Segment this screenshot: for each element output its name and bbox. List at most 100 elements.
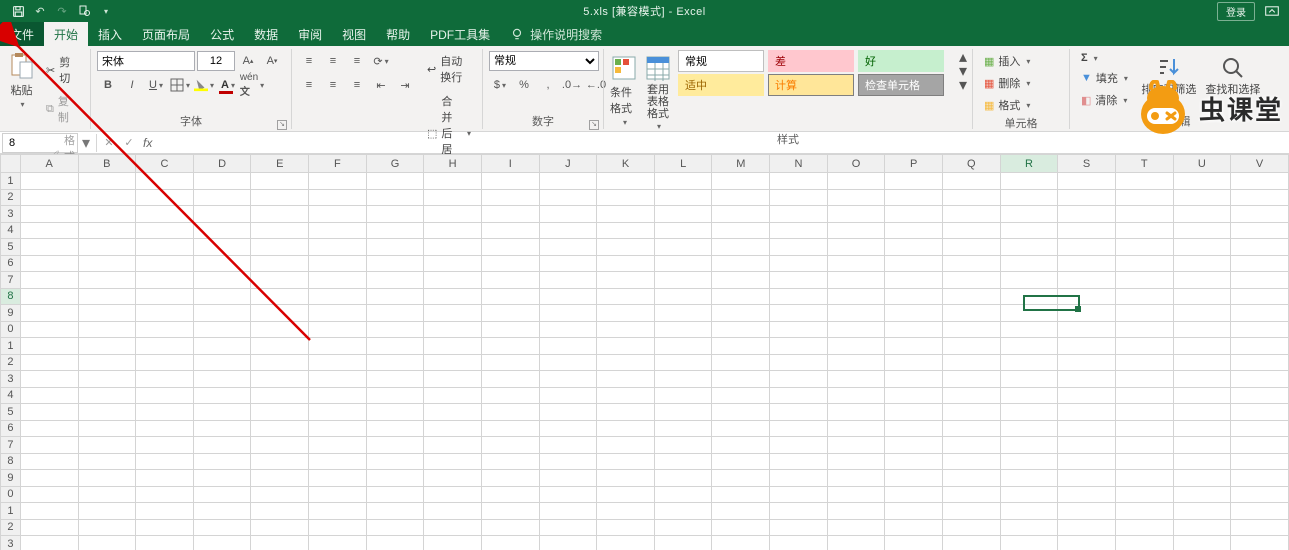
cell[interactable] [20,371,78,388]
cell[interactable] [1231,354,1289,371]
cell[interactable] [943,321,1001,338]
cell[interactable] [1115,272,1173,289]
cell[interactable] [20,404,78,421]
cell[interactable] [770,255,828,272]
enter-formula-icon[interactable]: ✓ [119,136,139,149]
cell[interactable] [309,420,367,437]
cell[interactable] [597,453,655,470]
row-header[interactable]: 3 [1,371,21,388]
font-name-combo[interactable] [97,51,195,71]
cell[interactable] [309,305,367,322]
cell[interactable] [770,387,828,404]
cell[interactable] [597,387,655,404]
cell[interactable] [712,486,770,503]
cell[interactable] [481,519,539,536]
cell[interactable] [20,222,78,239]
cell[interactable] [597,437,655,454]
cell[interactable] [309,404,367,421]
cell[interactable] [539,305,597,322]
cell[interactable] [712,173,770,190]
column-header[interactable]: L [654,155,712,173]
cell-styles-gallery[interactable]: 常规差好适中计算检查单元格 [678,50,946,96]
cell[interactable] [366,519,424,536]
cell[interactable] [424,206,482,223]
accounting-format-icon[interactable]: $▾ [489,75,511,95]
cell[interactable] [1000,255,1058,272]
column-header[interactable]: A [20,155,78,173]
cell[interactable] [1231,272,1289,289]
cell[interactable] [251,206,309,223]
cell[interactable] [597,173,655,190]
cell[interactable] [654,321,712,338]
cell[interactable] [20,305,78,322]
cell-style-option[interactable]: 适中 [678,74,764,96]
cell[interactable] [654,437,712,454]
cell[interactable] [943,437,1001,454]
cell[interactable] [251,503,309,520]
cell[interactable] [885,437,943,454]
cell[interactable] [654,239,712,256]
ribbon-options-icon[interactable] [1261,3,1283,19]
cell[interactable] [1058,486,1116,503]
cell[interactable] [1058,453,1116,470]
cell[interactable] [366,222,424,239]
cell[interactable] [885,404,943,421]
cell[interactable] [1000,189,1058,206]
cell[interactable] [1173,470,1231,487]
cell[interactable] [193,288,251,305]
cell[interactable] [654,206,712,223]
cell[interactable] [309,354,367,371]
cell[interactable] [712,321,770,338]
cell[interactable] [136,371,194,388]
cell[interactable] [481,470,539,487]
cell[interactable] [309,321,367,338]
cell[interactable] [481,255,539,272]
column-header[interactable]: N [770,155,828,173]
cell[interactable] [770,420,828,437]
cell[interactable] [1231,420,1289,437]
column-header[interactable]: M [712,155,770,173]
cell[interactable] [1115,371,1173,388]
cell[interactable] [481,486,539,503]
column-header[interactable]: G [366,155,424,173]
cell[interactable] [251,437,309,454]
cell[interactable] [885,239,943,256]
cell[interactable] [770,206,828,223]
cell[interactable] [136,519,194,536]
cell[interactable] [827,239,885,256]
cell[interactable] [1058,503,1116,520]
cell[interactable] [1173,255,1231,272]
cell[interactable] [885,288,943,305]
number-format-combo[interactable]: 常规 [489,51,599,71]
cell[interactable] [539,404,597,421]
cell[interactable] [481,189,539,206]
cell[interactable] [539,338,597,355]
cell[interactable] [1173,420,1231,437]
comma-format-icon[interactable]: , [537,75,559,95]
cell[interactable] [366,305,424,322]
cell[interactable] [424,486,482,503]
cell[interactable] [309,387,367,404]
cell[interactable] [1115,189,1173,206]
cell[interactable] [366,288,424,305]
cell[interactable] [1115,173,1173,190]
dialog-launcher-icon[interactable]: ↘ [589,120,599,130]
cell[interactable] [309,503,367,520]
cell[interactable] [827,519,885,536]
column-header[interactable]: B [78,155,136,173]
column-header[interactable]: V [1231,155,1289,173]
insert-cells-button[interactable]: ▦插入▾ [979,51,1035,71]
row-header[interactable]: 5 [1,239,21,256]
cell[interactable] [366,321,424,338]
cell[interactable] [943,536,1001,550]
cell[interactable] [1115,305,1173,322]
underline-button[interactable]: U▾ [145,75,167,95]
cell[interactable] [827,486,885,503]
cell[interactable] [539,536,597,550]
cell[interactable] [943,387,1001,404]
cell[interactable] [1000,206,1058,223]
cell[interactable] [1000,503,1058,520]
cell[interactable] [654,305,712,322]
cell[interactable] [1058,173,1116,190]
row-header[interactable]: 2 [1,189,21,206]
